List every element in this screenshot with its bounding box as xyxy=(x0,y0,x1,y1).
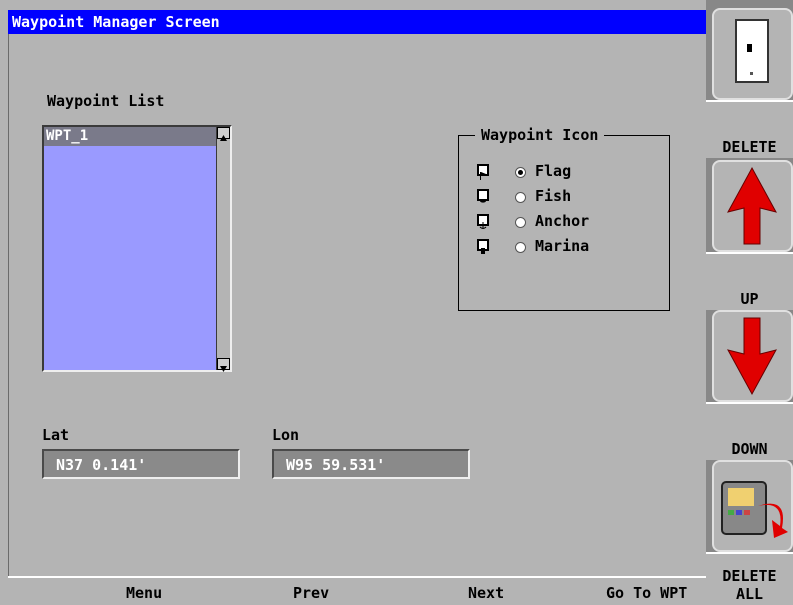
radio-marina[interactable] xyxy=(515,242,526,253)
up-label: UP xyxy=(740,290,759,308)
up-arrow-icon xyxy=(727,166,777,245)
lat-label: Lat xyxy=(42,426,70,444)
delete-document-icon xyxy=(735,19,769,83)
lat-field[interactable]: N37 0.141' xyxy=(42,449,240,479)
delete-all-button[interactable] xyxy=(712,460,793,552)
title-bar: Waypoint Manager Screen xyxy=(8,10,706,34)
option-flag-label: Flag xyxy=(535,162,572,180)
radio-flag[interactable] xyxy=(515,167,526,178)
list-scrollbar[interactable] xyxy=(216,127,230,372)
delete-button[interactable] xyxy=(712,8,793,100)
prev-button[interactable]: Prev xyxy=(293,584,329,602)
lon-label: Lon xyxy=(272,426,300,444)
down-label: DOWN xyxy=(731,440,768,458)
option-fish-label: Fish xyxy=(535,187,572,205)
waypoint-icon-title: Waypoint Icon xyxy=(475,126,605,144)
down-label-box[interactable]: DOWN xyxy=(706,402,793,460)
radio-anchor[interactable] xyxy=(515,217,526,228)
scroll-down-arrow-icon[interactable] xyxy=(217,358,230,372)
waypoint-listbox[interactable]: WPT_1 xyxy=(42,125,232,372)
bottom-softkey-bar: Menu Prev Next Go To WPT xyxy=(8,576,706,605)
waypoint-list-label: Waypoint List xyxy=(47,92,165,110)
waypoint-list-items: WPT_1 xyxy=(44,127,218,370)
option-anchor-label: Anchor xyxy=(535,212,590,230)
delete-label-box[interactable]: DELETE xyxy=(706,100,793,158)
up-button[interactable] xyxy=(712,160,793,252)
down-button[interactable] xyxy=(712,310,793,402)
radio-fish[interactable] xyxy=(515,192,526,203)
delete-all-label-box[interactable]: DELETE ALL xyxy=(706,552,793,605)
up-label-box[interactable]: UP xyxy=(706,252,793,310)
go-to-wpt-button[interactable]: Go To WPT xyxy=(606,584,687,602)
delete-all-label-line2: ALL xyxy=(735,585,764,603)
right-softkey-column: DELETE UP DOWN DELETE ALL xyxy=(706,0,793,605)
anchor-icon xyxy=(477,214,489,229)
lon-field[interactable]: W95 59.531' xyxy=(272,449,470,479)
next-button[interactable]: Next xyxy=(468,584,504,602)
screen-title: Waypoint Manager Screen xyxy=(12,13,220,31)
delete-all-device-icon xyxy=(721,481,788,538)
delete-all-label-line1: DELETE xyxy=(722,567,777,585)
menu-button[interactable]: Menu xyxy=(126,584,162,602)
fish-icon xyxy=(477,189,489,203)
flag-icon xyxy=(477,164,489,180)
down-arrow-icon xyxy=(727,317,777,396)
scroll-up-arrow-icon[interactable] xyxy=(217,127,230,141)
marina-icon xyxy=(477,239,489,254)
option-marina-label: Marina xyxy=(535,237,590,255)
delete-label: DELETE xyxy=(722,138,777,156)
list-item[interactable]: WPT_1 xyxy=(44,127,218,146)
